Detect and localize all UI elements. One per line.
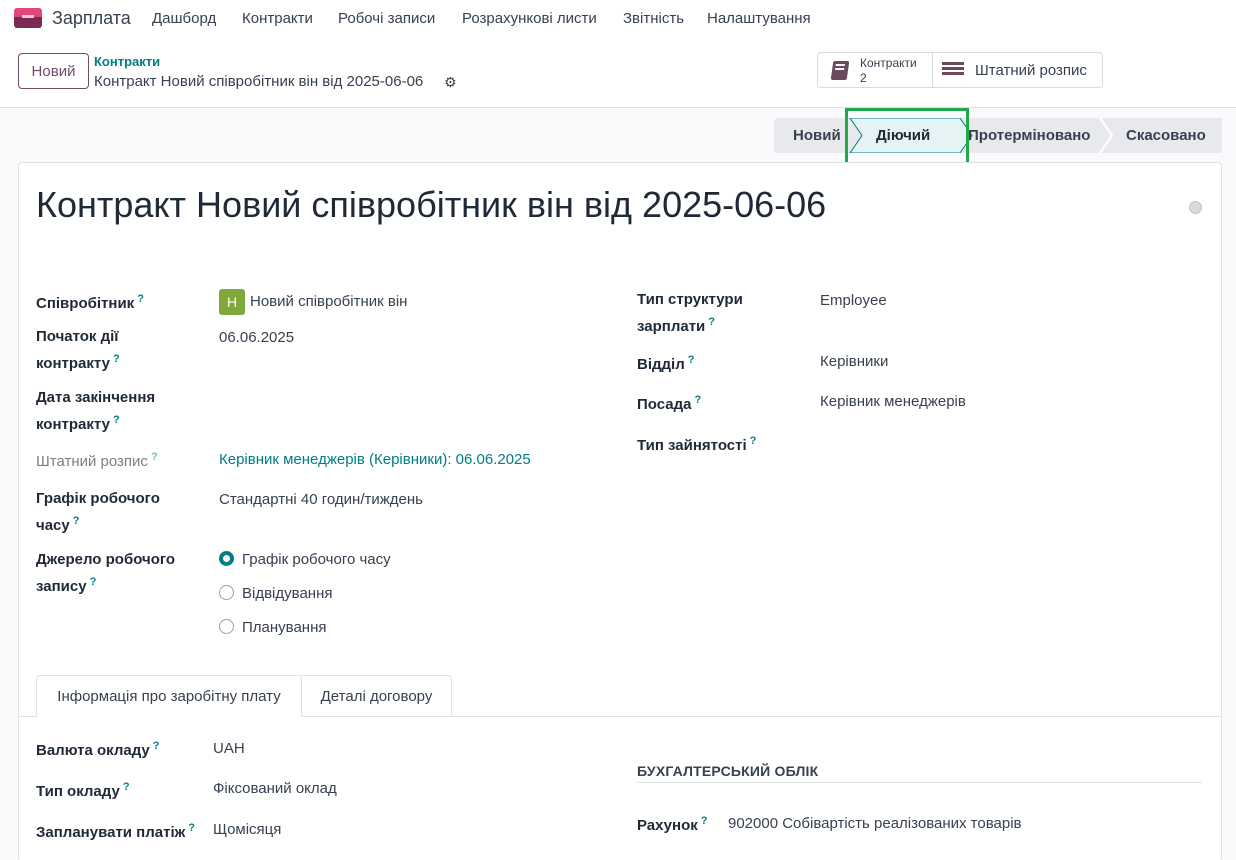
contracts-smart-label: Контракти 2 [860,56,917,85]
stage-cancelled[interactable]: Скасовано [1126,127,1206,144]
stage-expired[interactable]: Протерміновано [968,127,1090,144]
list-icon [942,62,964,79]
staff-schedule-label: Штатний розпис [975,62,1087,79]
help-icon: ? [700,815,708,827]
staff-schedule-smart-button[interactable]: Штатний розпис [932,52,1103,88]
top-navbar: Зарплата Дашборд Контракти Робочі записи… [0,0,1236,36]
currency-value[interactable]: UAH [213,740,245,757]
contracts-count: 2 [860,71,867,85]
book-icon [830,61,850,80]
tab-contract-details[interactable]: Деталі договору [302,675,452,717]
help-icon: ? [152,740,160,752]
staff-schedule-label: Штатний розпис? [36,451,158,470]
radio-attendance[interactable] [219,585,234,600]
status-dot[interactable] [1189,201,1202,214]
start-date-value[interactable]: 06.06.2025 [219,329,294,346]
payroll-app-icon[interactable] [14,8,42,28]
contract-title[interactable]: Контракт Новий співробітник він від 2025… [36,184,826,226]
radio-calendar-label[interactable]: Графік робочого часу [242,551,391,568]
end-date-label: Дата закінчення контракту? [36,389,156,433]
account-label: Рахунок? [637,815,708,834]
form-sheet [18,162,1222,860]
app-name[interactable]: Зарплата [52,8,131,29]
help-icon: ? [137,293,144,305]
schedule-pay-value[interactable]: Щомісяця [213,821,281,838]
help-icon: ? [112,414,120,426]
working-schedule-value[interactable]: Стандартні 40 годин/тиждень [219,491,423,508]
employee-label: Співробітник? [36,293,144,312]
job-position-value[interactable]: Керівник менеджерів [820,393,966,410]
help-icon: ? [150,451,158,463]
stage-new[interactable]: Новий [793,127,841,144]
department-value[interactable]: Керівники [820,353,888,370]
job-position-label: Посада? [637,394,702,413]
structure-type-value[interactable]: Employee [820,292,887,309]
structure-type-label: Тип структури зарплати? [637,291,743,335]
section-divider [637,782,1202,783]
gear-icon[interactable]: ⚙ [444,74,457,91]
employee-avatar: Н [219,289,245,315]
new-button[interactable]: Новий [18,53,89,89]
nav-payslips[interactable]: Розрахункові листи [462,10,597,27]
radio-planning-label[interactable]: Планування [242,619,327,636]
breadcrumb-parent[interactable]: Контракти [94,54,160,69]
nav-contracts[interactable]: Контракти [242,10,313,27]
help-icon: ? [72,515,80,527]
wage-type-value[interactable]: Фіксований оклад [213,780,337,797]
department-label: Відділ? [637,354,695,373]
active-stage-highlight [845,108,969,166]
accounting-section-title: БУХГАЛТЕРСЬКИЙ ОБЛІК [637,763,819,779]
working-schedule-label: Графік робочого часу? [36,490,160,534]
employee-value[interactable]: Новий співробітник він [250,293,407,310]
radio-calendar[interactable] [219,551,234,566]
employment-type-field[interactable] [820,433,1200,455]
help-icon: ? [687,354,695,366]
schedule-pay-label: Запланувати платіж? [36,822,195,841]
help-icon: ? [122,781,130,793]
nav-dashboard[interactable]: Дашборд [152,10,216,27]
contracts-smart-button[interactable]: Контракти 2 [817,52,933,88]
tab-salary-info[interactable]: Інформація про заробітну плату [36,675,302,717]
start-date-label: Початок дії контракту? [36,328,120,372]
radio-attendance-label[interactable]: Відвідування [242,585,332,602]
help-icon: ? [694,394,702,406]
control-panel: Новий Контракти Контракт Новий співробіт… [0,36,1236,108]
work-entry-source-label: Джерело робочого запису? [36,551,176,595]
end-date-field[interactable] [219,390,599,412]
currency-label: Валюта окладу? [36,740,160,759]
wage-type-label: Тип окладу? [36,781,130,800]
staff-schedule-link[interactable]: Керівник менеджерів (Керівники): 06.06.2… [219,451,531,468]
radio-planning[interactable] [219,619,234,634]
nav-settings[interactable]: Налаштування [707,10,811,27]
employment-type-label: Тип зайнятості? [637,435,757,454]
nav-work-entries[interactable]: Робочі записи [338,10,435,27]
breadcrumb-current: Контракт Новий співробітник він від 2025… [94,73,424,90]
help-icon: ? [749,435,757,447]
help-icon: ? [708,316,715,328]
help-icon: ? [89,576,97,588]
help-icon: ? [188,822,195,834]
help-icon: ? [112,353,120,365]
account-value[interactable]: 902000 Собівартість реалізованих товарів [728,815,1022,832]
nav-reporting[interactable]: Звітність [623,10,684,27]
